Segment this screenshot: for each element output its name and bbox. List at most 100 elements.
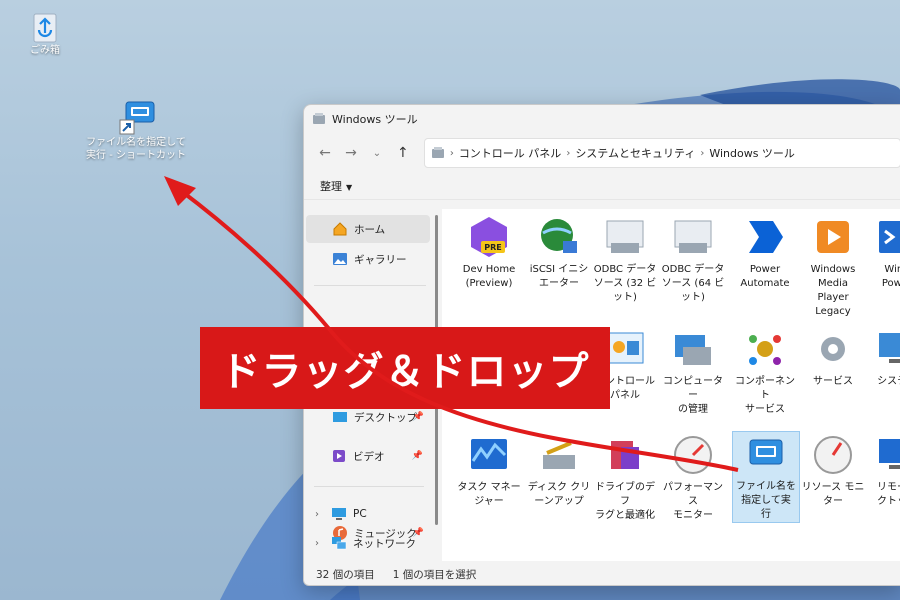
tile-windows-powershell[interactable]: Wind Power xyxy=(864,215,900,291)
back-icon[interactable]: ← xyxy=(312,140,338,166)
tile-label: クトップ xyxy=(877,496,900,507)
chevron-down-icon[interactable]: ⌄ xyxy=(364,140,390,166)
tile-performance-monitor[interactable]: パフォーマンスモニター xyxy=(660,433,726,523)
banner-text: ドラッグ＆ドロップ xyxy=(220,349,590,395)
tile-label: (Preview) xyxy=(465,278,513,289)
tile-label: ドライブのデフ xyxy=(595,482,655,507)
tile-task-manager[interactable]: タスク マネー ジャー xyxy=(456,433,522,509)
tile-label: ット) xyxy=(681,292,705,303)
tile-label: システム xyxy=(877,376,900,387)
home-icon xyxy=(332,221,348,237)
window-title: Windows ツール xyxy=(332,113,418,126)
sidebar-item-gallery[interactable]: ギャラリー xyxy=(306,245,430,273)
network-icon xyxy=(331,535,347,551)
caret-down-icon: ▼ xyxy=(346,183,353,192)
tile-odbc-64[interactable]: ODBC データ ソース (64 ビット) xyxy=(660,215,726,305)
tile-label: ODBC データ xyxy=(661,264,725,275)
tile-label: Automate xyxy=(740,278,790,289)
computer-management-icon xyxy=(671,327,715,371)
sidebar-item-label: ホーム xyxy=(354,223,386,236)
control-panel-icon xyxy=(431,147,444,158)
tile-label: コンピューター xyxy=(663,376,723,401)
remote-desktop-icon xyxy=(875,433,900,477)
sidebar-item-label: デスクトップ xyxy=(354,411,417,424)
pin-icon[interactable]: 📌 xyxy=(412,451,423,461)
drag-drop-banner: ドラッグ＆ドロップ xyxy=(200,327,610,409)
windows-tools-icon xyxy=(313,113,325,124)
organize-label: 整理 xyxy=(320,180,342,193)
run-shortcut-label-1: ファイル名を指定して xyxy=(86,137,186,148)
odbc-icon xyxy=(603,215,647,259)
tile-label: サービス xyxy=(745,404,785,415)
tile-label: ラグと最適化 xyxy=(595,510,655,521)
run-shortcut-label-2: 実行 - ショートカット xyxy=(86,150,186,161)
tile-media-player[interactable]: Windows Media Player Legacy xyxy=(800,215,866,319)
tile-defrag[interactable]: ドライブのデフラグと最適化 xyxy=(592,433,658,523)
tile-label: Legacy xyxy=(815,306,851,317)
title-bar[interactable]: Windows ツール xyxy=(304,105,900,133)
tile-label: ファイル名を xyxy=(736,481,796,492)
odbc-icon xyxy=(671,215,715,259)
address-bar[interactable]: › コントロール パネル › システムとセキュリティ › Windows ツール xyxy=(423,138,900,168)
tile-label: ソース (32 ビ xyxy=(593,278,657,289)
tile-disk-cleanup[interactable]: ディスク クリ ーンアップ xyxy=(526,433,592,509)
pin-icon[interactable]: 📌 xyxy=(413,412,424,422)
tile-odbc-32[interactable]: ODBC データ ソース (32 ビット) xyxy=(592,215,658,305)
tile-label: Media xyxy=(817,278,849,289)
tile-label: Windows xyxy=(810,264,856,275)
breadcrumb-separator: › xyxy=(449,147,454,159)
sidebar-item-label: ギャラリー xyxy=(354,253,407,266)
sidebar-item-pc[interactable]: › PC xyxy=(305,500,429,528)
sidebar-divider xyxy=(314,486,424,487)
tile-label: サービス xyxy=(813,376,853,387)
svg-text:PRE: PRE xyxy=(484,243,502,252)
tile-label: ーンアップ xyxy=(534,496,584,507)
breadcrumb-system-security[interactable]: システムとセキュリティ xyxy=(575,145,695,161)
system-icon xyxy=(875,327,900,371)
sidebar-item-network[interactable]: › ネットワーク xyxy=(305,529,429,557)
tile-power-automate[interactable]: Power Automate xyxy=(732,215,798,291)
powershell-icon xyxy=(875,215,900,259)
navigation-bar: ← → ⌄ ↑ › コントロール パネル › システムとセキュリティ › Win… xyxy=(304,133,900,173)
up-icon[interactable]: ↑ xyxy=(390,140,416,166)
tile-label: ODBC データ xyxy=(593,264,657,275)
tile-iscsi[interactable]: iSCSI イニシ エーター xyxy=(526,215,592,291)
tile-label: iSCSI イニシ xyxy=(529,264,589,275)
recycle-bin-label: ごみ箱 xyxy=(30,45,60,56)
tile-label: ソース (64 ビ xyxy=(661,278,725,289)
resource-monitor-icon xyxy=(811,433,855,477)
forward-icon[interactable]: → xyxy=(338,140,364,166)
expand-chevron-icon[interactable]: › xyxy=(315,509,319,520)
breadcrumb-windows-tools[interactable]: Windows ツール xyxy=(709,145,795,161)
sidebar-item-label: PC xyxy=(353,508,367,520)
tile-services[interactable]: サービス xyxy=(800,327,866,389)
tile-system-information[interactable]: システム xyxy=(864,327,900,389)
item-count: 32 個の項目 xyxy=(316,568,375,581)
disk-cleanup-icon xyxy=(537,433,581,477)
breadcrumb-control-panel[interactable]: コントロール パネル xyxy=(459,145,562,161)
tile-dev-home[interactable]: PRE Dev Home (Preview) xyxy=(456,215,522,291)
tile-remote-desktop[interactable]: リモートクトップ xyxy=(864,433,900,509)
sidebar-item-home[interactable]: ホーム xyxy=(306,215,430,243)
recycle-bin[interactable]: ごみ箱 xyxy=(22,8,68,57)
tile-label: モニター xyxy=(673,510,713,521)
run-shortcut-icon xyxy=(119,101,155,135)
sidebar-item-label: ビデオ xyxy=(353,450,385,463)
command-bar: 整理 ▼ xyxy=(304,173,900,200)
tile-component-services[interactable]: コンポーネント サービス xyxy=(732,327,798,417)
breadcrumb-separator: › xyxy=(700,147,705,159)
tile-computer-management[interactable]: コンピューター の管理 xyxy=(660,327,726,417)
sidebar-item-video[interactable]: ビデオ 📌 xyxy=(305,442,429,470)
run-shortcut[interactable]: ファイル名を指定して 実行 - ショートカット xyxy=(86,100,186,162)
tile-resource-monitor[interactable]: リソース モニ ター xyxy=(800,433,866,509)
tile-run[interactable]: ファイル名を 指定して実行 xyxy=(732,431,800,523)
desktop-icon xyxy=(332,409,348,425)
video-icon xyxy=(331,448,347,464)
tile-label: パフォーマンス xyxy=(663,482,723,507)
tile-label: ット) xyxy=(613,292,637,303)
expand-chevron-icon[interactable]: › xyxy=(315,538,319,549)
organize-button[interactable]: 整理 ▼ xyxy=(320,178,352,194)
dev-home-icon: PRE xyxy=(467,215,511,259)
power-automate-icon xyxy=(743,215,787,259)
tile-label: ター xyxy=(823,496,843,507)
